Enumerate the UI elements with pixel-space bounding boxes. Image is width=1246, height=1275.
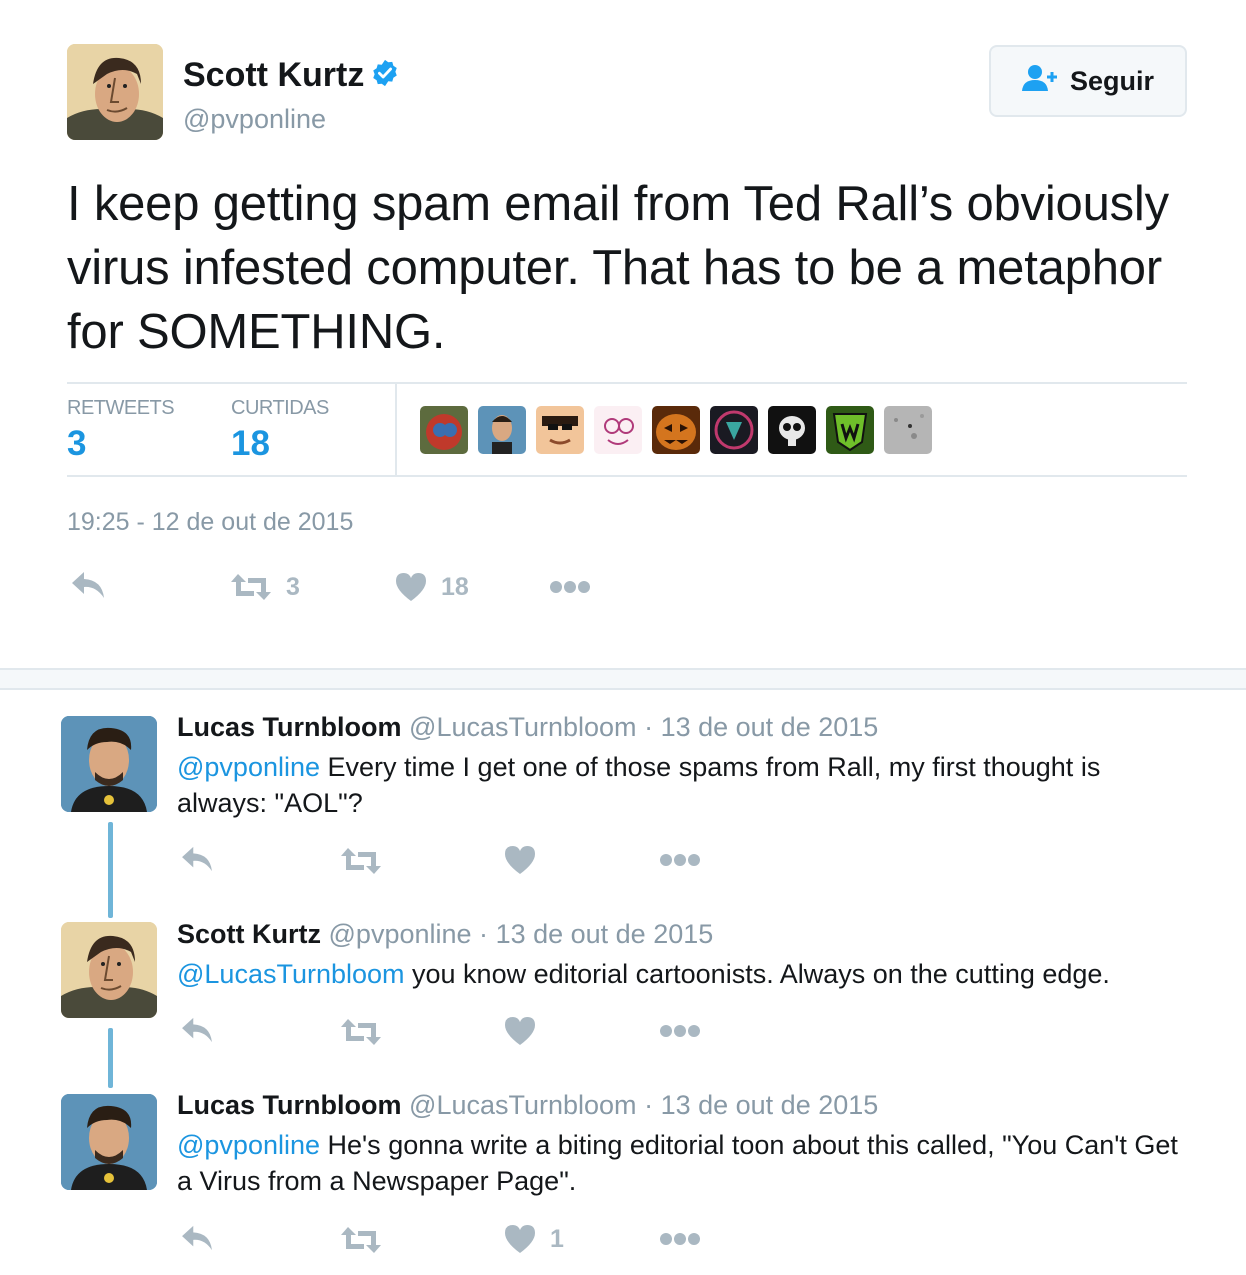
retweets-label: RETWEETS bbox=[67, 397, 175, 419]
reply-text: @pvponline He's gonna write a biting edi… bbox=[177, 1127, 1187, 1199]
heart-icon bbox=[395, 572, 427, 602]
like-count: 18 bbox=[441, 572, 469, 601]
reply-date[interactable]: 13 de out de 2015 bbox=[661, 712, 879, 742]
liker-avatar[interactable] bbox=[710, 406, 758, 454]
reply-icon bbox=[180, 1016, 214, 1044]
retweet-button[interactable] bbox=[340, 1225, 382, 1255]
likes-stat[interactable]: CURTIDAS 18 bbox=[231, 397, 329, 464]
reply-text: @LucasTurnbloom you know editorial carto… bbox=[177, 956, 1187, 992]
reply-mention[interactable]: @LucasTurnbloom bbox=[177, 959, 405, 989]
retweet-icon bbox=[230, 572, 272, 602]
author-handle[interactable]: @pvponline bbox=[183, 104, 326, 135]
reply-mention[interactable]: @pvponline bbox=[177, 752, 320, 782]
heart-icon bbox=[504, 845, 536, 875]
reply-date[interactable]: 13 de out de 2015 bbox=[661, 1090, 879, 1120]
reply-avatar[interactable] bbox=[61, 716, 157, 812]
tweet-text: I keep getting spam email from Ted Rall’… bbox=[67, 177, 1169, 359]
like-button[interactable]: 18 bbox=[395, 572, 469, 602]
separator-dot: · bbox=[644, 1090, 654, 1120]
stats-top-divider bbox=[67, 382, 1187, 384]
likes-count: 18 bbox=[231, 424, 270, 463]
retweets-count: 3 bbox=[67, 424, 87, 463]
retweet-icon bbox=[340, 846, 382, 876]
reply-header: Lucas Turnbloom @LucasTurnbloom · 13 de … bbox=[177, 1090, 878, 1121]
heart-icon bbox=[504, 1016, 536, 1046]
stats-vertical-divider bbox=[395, 383, 397, 476]
like-button[interactable]: 1 bbox=[504, 1224, 564, 1254]
reply-avatar[interactable] bbox=[61, 922, 157, 1018]
liker-avatar[interactable] bbox=[536, 406, 584, 454]
reply-date[interactable]: 13 de out de 2015 bbox=[496, 919, 714, 949]
separator-dot: · bbox=[479, 919, 489, 949]
retweet-button[interactable] bbox=[340, 846, 382, 876]
thread-connector bbox=[108, 1028, 113, 1088]
more-button[interactable] bbox=[659, 853, 701, 867]
liker-avatar[interactable] bbox=[884, 406, 932, 454]
more-icon bbox=[659, 853, 701, 867]
author-avatar[interactable] bbox=[67, 44, 163, 140]
reply-avatar[interactable] bbox=[61, 1094, 157, 1190]
more-button[interactable] bbox=[549, 580, 591, 594]
reply-author-name[interactable]: Lucas Turnbloom bbox=[177, 712, 402, 742]
liker-avatar[interactable] bbox=[826, 406, 874, 454]
reply-header: Scott Kurtz @pvponline · 13 de out de 20… bbox=[177, 919, 713, 950]
retweet-count: 3 bbox=[286, 572, 300, 601]
reply-author-handle[interactable]: @pvponline bbox=[329, 919, 472, 949]
reply-header: Lucas Turnbloom @LucasTurnbloom · 13 de … bbox=[177, 712, 878, 743]
reply-body: He's gonna write a biting editorial toon… bbox=[177, 1130, 1178, 1196]
follow-user-icon bbox=[1021, 64, 1060, 99]
reply-author-handle[interactable]: @LucasTurnbloom bbox=[409, 712, 637, 742]
reply-button[interactable] bbox=[180, 1016, 214, 1044]
reply-icon bbox=[70, 570, 106, 600]
reply-author-handle[interactable]: @LucasTurnbloom bbox=[409, 1090, 637, 1120]
liker-avatar[interactable] bbox=[478, 406, 526, 454]
retweets-stat[interactable]: RETWEETS 3 bbox=[67, 397, 175, 464]
reply-body: you know editorial cartoonists. Always o… bbox=[404, 959, 1110, 989]
thread-connector bbox=[108, 822, 113, 918]
more-button[interactable] bbox=[659, 1232, 701, 1246]
heart-icon bbox=[504, 1224, 536, 1254]
liker-avatar[interactable] bbox=[594, 406, 642, 454]
retweet-button[interactable] bbox=[340, 1017, 382, 1047]
liker-avatar[interactable] bbox=[652, 406, 700, 454]
reply-author-name[interactable]: Scott Kurtz bbox=[177, 919, 321, 949]
reply-button[interactable] bbox=[70, 570, 106, 600]
more-icon bbox=[659, 1024, 701, 1038]
stats-bottom-divider bbox=[67, 475, 1187, 477]
like-button[interactable] bbox=[504, 845, 550, 875]
liker-avatar[interactable] bbox=[768, 406, 816, 454]
separator-dot: · bbox=[644, 712, 654, 742]
follow-label: Seguir bbox=[1069, 65, 1155, 96]
retweet-icon bbox=[340, 1225, 382, 1255]
reply-button[interactable] bbox=[180, 1224, 214, 1252]
reply-author-name[interactable]: Lucas Turnbloom bbox=[177, 1090, 402, 1120]
conversation-divider bbox=[0, 668, 1246, 690]
like-count: 1 bbox=[550, 1224, 564, 1253]
likers-list bbox=[420, 406, 932, 454]
reply-button[interactable] bbox=[180, 845, 214, 873]
tweet-timestamp[interactable]: 19:25 - 12 de out de 2015 bbox=[67, 508, 353, 537]
follow-button[interactable]: Seguir bbox=[989, 45, 1187, 117]
verified-icon bbox=[370, 58, 400, 88]
more-icon bbox=[659, 1232, 701, 1246]
reply-icon bbox=[180, 845, 214, 873]
more-icon bbox=[549, 580, 591, 594]
author-name[interactable]: Scott Kurtz bbox=[183, 56, 364, 94]
reply-text: @pvponline Every time I get one of those… bbox=[177, 749, 1187, 821]
retweet-icon bbox=[340, 1017, 382, 1047]
reply-icon bbox=[180, 1224, 214, 1252]
more-button[interactable] bbox=[659, 1024, 701, 1038]
liker-avatar[interactable] bbox=[420, 406, 468, 454]
retweet-button[interactable]: 3 bbox=[230, 572, 300, 602]
reply-mention[interactable]: @pvponline bbox=[177, 1130, 320, 1160]
like-button[interactable] bbox=[504, 1016, 550, 1046]
likes-label: CURTIDAS bbox=[231, 397, 329, 419]
